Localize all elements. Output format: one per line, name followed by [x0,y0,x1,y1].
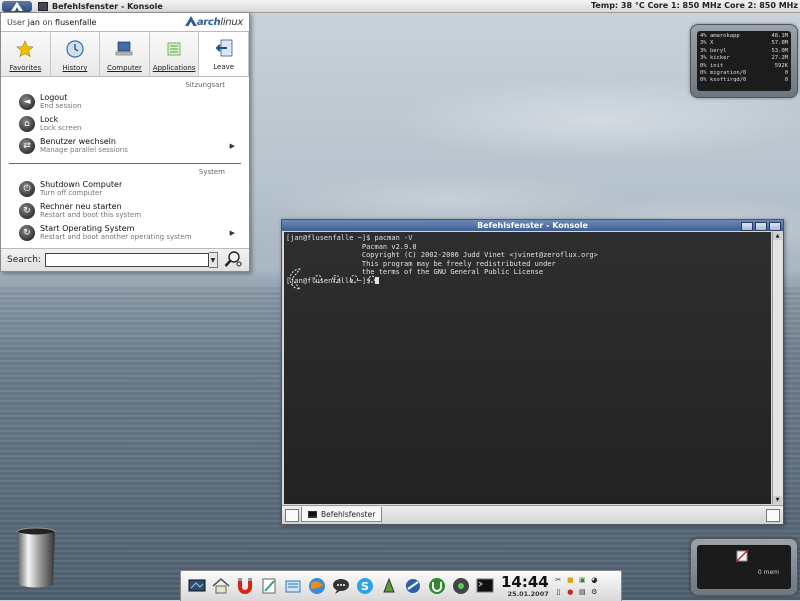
bottom-panel: S 14:44 25.01.2007 ✂ ■ ▣ ◕ ▯ ● ▤ ⚙ [180,570,622,601]
section-session-label: Sitzungsart [185,81,225,89]
system-sensors: Temp: 38 °C Core 1: 850 MHz Core 2: 850 … [591,1,798,10]
arch-logo-icon [184,16,197,26]
terminal-line: Copyright (C) 2002-2006 Judd Vinet <jvin… [286,251,598,259]
logout-icon: ◄ [19,94,35,110]
disk-icon[interactable] [451,576,471,596]
lock-icon: ⌂ [19,116,35,132]
shutdown-item[interactable]: ⏻ Shutdown Computer Turn off computer [1,178,249,200]
search-input[interactable] [44,253,209,267]
restart-other-icon: ↻ [19,225,35,241]
volume-icon[interactable]: ◕ [589,575,600,586]
applications-icon [165,40,183,58]
music-player-icon[interactable] [379,576,399,596]
window-icon [38,1,48,11]
archlinux-logo: archlinux [184,16,243,28]
minimize-button[interactable] [741,222,753,231]
terminal-line: Pacman v2.9.8 [286,242,417,251]
desktop-icon[interactable] [187,576,207,596]
power-icon: ⏻ [19,181,35,197]
star-icon [16,40,35,58]
kickoff-menu: User jan on flusenfalle archlinux Favori… [0,12,250,272]
konsole-tabbar: Befehlsfenster [282,505,783,524]
kickoff-header: User jan on flusenfalle archlinux [1,13,249,31]
memory-widget[interactable]: 0 mem [690,538,798,596]
updates-icon[interactable]: ● [565,587,576,598]
tray-config-icon[interactable]: ⚙ [589,587,600,598]
process-list: 4% amarokapp 48.1M 3% X 57.0M 3% beryl 53.0… [697,31,791,91]
session-tab[interactable]: Befehlsfenster [301,507,383,522]
tab-history[interactable]: History [51,32,101,76]
tab-applications[interactable]: Applications [150,32,200,76]
search-bar: Search: ▼ [1,248,249,271]
tab-leave[interactable]: Leave [199,32,249,76]
terminal-output[interactable]: [jan@flusenfalle ~]$ pacman -V Pacman v2… [284,232,771,504]
process-row: 0% migration/0 0 [700,70,788,77]
system-tray: ✂ ■ ▣ ◕ ▯ ● ▤ ⚙ [553,575,600,598]
memory-text: 0 mem [757,569,779,576]
magnet-icon[interactable] [235,576,255,596]
new-tab-button[interactable] [285,509,299,522]
search-icon [224,250,242,270]
window-title: Befehlsfenster - Konsole [477,221,588,230]
restart-item[interactable]: ↻ Rechner neu starten Restart and boot th… [1,200,249,222]
home-icon[interactable] [211,576,231,596]
section-system-label: System [198,168,225,176]
search-label: Search: [7,255,41,265]
scroll-up-button[interactable]: ▲ [773,232,782,240]
network-icon[interactable] [403,576,423,596]
lock-item[interactable]: ⌂ Lock Lock screen [1,113,249,135]
process-row: 0% ksoftirqd/0 0 [700,77,788,84]
tab-favorites[interactable]: Favorites [1,32,51,76]
close-button[interactable] [769,222,781,231]
arch-logo-icon [11,1,23,11]
process-monitor-widget[interactable]: 4% amarokapp 48.1M 3% X 57.0M 3% beryl 53.0… [690,24,798,98]
computer-icon [115,40,133,58]
window-titlebar[interactable]: Befehlsfenster - Konsole [282,220,783,231]
leave-icon [215,39,233,57]
trash-icon[interactable] [16,527,56,589]
klipper-icon[interactable]: ✂ [553,575,564,586]
close-tab-button[interactable] [766,509,780,522]
terminal-icon [308,510,317,518]
submenu-arrow-icon: ▶ [229,142,235,150]
active-window-title[interactable]: Befehlsfenster - Konsole [52,2,163,11]
skype-icon[interactable]: S [355,576,375,596]
office-icon[interactable] [283,576,303,596]
terminal-line: [jan@flusenfalle ~]$ pacman -V [286,234,413,242]
switch-user-icon: ⇄ [19,138,35,154]
clock-icon [66,40,84,58]
user-host-label: User jan on flusenfalle [7,17,97,27]
kickoff-tabs: Favorites History Computer Applications … [1,31,249,77]
maximize-button[interactable] [755,222,767,231]
process-row: 3% kicker 27.2M [700,55,788,62]
process-row: 0% init 592K [700,62,788,69]
document-icon[interactable]: ▯ [553,587,564,598]
process-row: 4% amarokapp 48.1M [700,33,788,39]
svg-text:S: S [361,580,369,593]
editor-icon[interactable] [259,576,279,596]
process-row: 3% beryl 53.0M [700,47,788,54]
submenu-arrow-icon: ▶ [229,229,235,237]
pacman-ascii-icon [289,268,376,290]
chat-icon[interactable] [331,576,351,596]
process-row: 3% X 57.0M [700,40,788,47]
notepad-icon [735,549,749,563]
browser-icon[interactable] [307,576,327,596]
arch-menu-button[interactable] [2,0,32,12]
logout-item[interactable]: ◄ Logout End session [1,91,249,113]
torrent-icon[interactable] [427,576,447,596]
calendar-icon[interactable]: ▣ [577,575,588,586]
terminal-icon[interactable] [475,576,495,596]
panel-clock[interactable]: 14:44 25.01.2007 [501,574,549,598]
vertical-scrollbar[interactable]: ▲ ▼ [772,232,782,504]
folder-icon[interactable]: ■ [565,575,576,586]
clipboard-icon[interactable]: ▤ [577,587,588,598]
search-dropdown-button[interactable]: ▼ [208,252,218,268]
start-os-item[interactable]: ↻ Start Operating System Restart and boot… [1,222,249,244]
konsole-window[interactable]: Befehlsfenster - Konsole [jan@flusenfall… [281,219,784,525]
restart-icon: ↻ [19,203,35,219]
switch-user-item[interactable]: ⇄ Benutzer wechseln Manage parallel sessi… [1,135,249,157]
scroll-down-button[interactable]: ▼ [773,496,782,504]
tab-computer[interactable]: Computer [100,32,150,76]
